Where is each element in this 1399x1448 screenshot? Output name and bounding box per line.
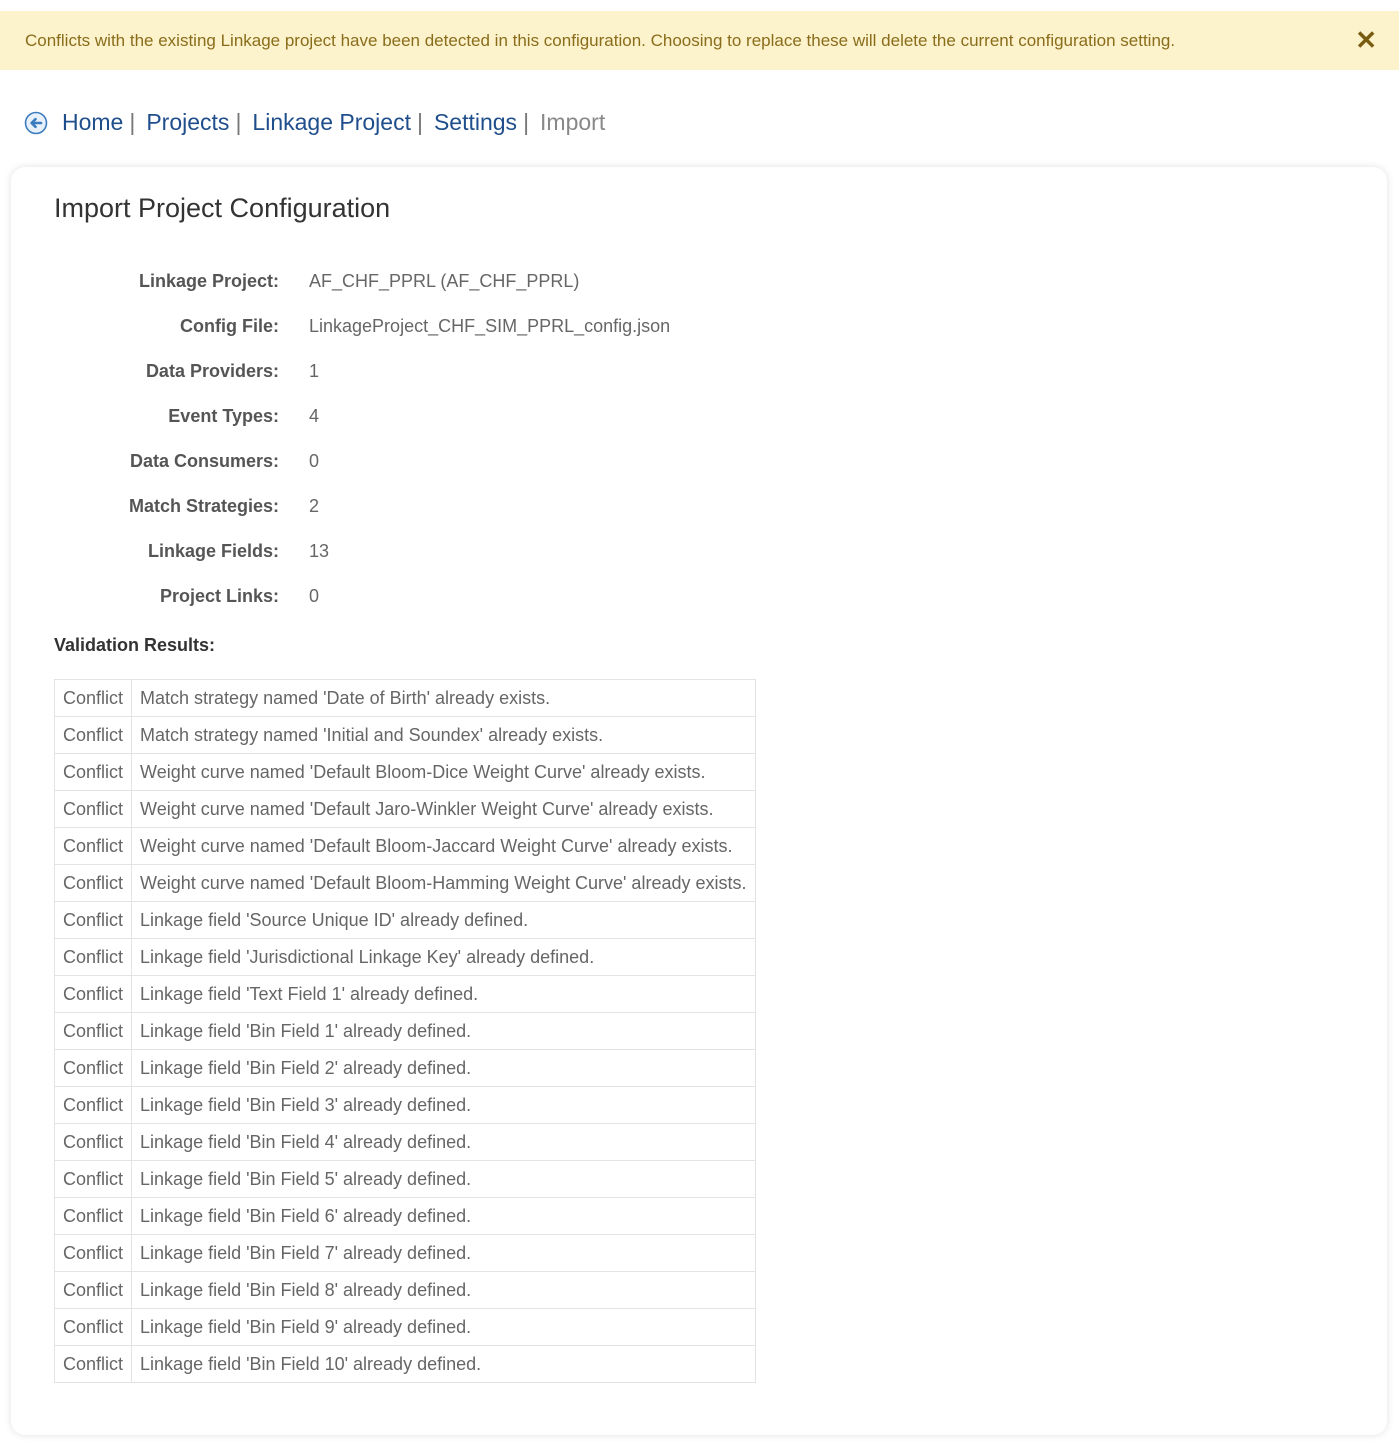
result-status: Conflict: [53, 1086, 133, 1124]
result-message: Weight curve named 'Default Bloom-Hammin…: [131, 864, 756, 902]
info-value: AF_CHF_PPRL (AF_CHF_PPRL): [309, 271, 580, 291]
info-label: Linkage Fields:: [147, 541, 279, 561]
info-row-data-providers: Data Providers: 1: [11, 361, 319, 385]
table-row: Conflict Weight curve named 'Default Bloo…: [53, 753, 756, 791]
result-message: Weight curve named 'Default Jaro-Winkler…: [131, 790, 756, 828]
result-status: Conflict: [53, 790, 133, 828]
table-row: Conflict Linkage field 'Bin Field 8' alre…: [53, 1271, 756, 1309]
table-row: Conflict Linkage field 'Source Unique ID'…: [53, 901, 756, 939]
result-message: Linkage field 'Bin Field 3' already defi…: [131, 1086, 756, 1124]
breadcrumb-current-import: Import: [540, 108, 606, 135]
table-row: Conflict Linkage field 'Text Field 1' alr…: [53, 975, 756, 1013]
info-row-match-strategies: Match Strategies: 2: [11, 496, 319, 520]
result-message: Linkage field 'Bin Field 6' already defi…: [131, 1197, 756, 1235]
result-status: Conflict: [53, 1345, 133, 1383]
info-row-config-file: Config File: LinkageProject_CHF_SIM_PPRL…: [11, 316, 670, 340]
table-row: Conflict Linkage field 'Bin Field 4' alre…: [53, 1123, 756, 1161]
breadcrumb-linkage-project[interactable]: Linkage Project: [252, 109, 411, 136]
info-value: 1: [309, 361, 320, 381]
info-value: 4: [309, 406, 320, 426]
result-message: Linkage field 'Bin Field 1' already defi…: [131, 1012, 756, 1050]
info-row-linkage-fields: Linkage Fields: 13: [11, 541, 329, 565]
result-message: Linkage field 'Bin Field 9' already defi…: [131, 1308, 756, 1346]
breadcrumb-projects[interactable]: Projects: [146, 109, 229, 136]
result-message: Linkage field 'Bin Field 2' already defi…: [131, 1049, 756, 1087]
result-status: Conflict: [53, 679, 133, 717]
result-status: Conflict: [53, 975, 133, 1013]
result-status: Conflict: [53, 1012, 133, 1050]
table-row: Conflict Linkage field 'Bin Field 6' alre…: [53, 1197, 756, 1235]
result-message: Linkage field 'Bin Field 7' already defi…: [131, 1234, 756, 1272]
info-row-data-consumers: Data Consumers: 0: [11, 451, 319, 475]
table-row: Conflict Linkage field 'Bin Field 1' alre…: [53, 1012, 756, 1050]
result-status: Conflict: [53, 938, 133, 976]
close-icon[interactable]: ✕: [1355, 11, 1377, 70]
breadcrumb-home[interactable]: Home: [62, 109, 123, 136]
result-status: Conflict: [53, 1271, 133, 1309]
table-row: Conflict Linkage field 'Bin Field 9' alre…: [53, 1308, 756, 1346]
breadcrumb: Home | Projects | Linkage Project | Sett…: [24, 106, 605, 138]
validation-results-heading: Validation Results:: [54, 635, 216, 655]
table-row: Conflict Linkage field 'Bin Field 3' alre…: [53, 1086, 756, 1124]
breadcrumb-settings[interactable]: Settings: [434, 109, 517, 136]
result-message: Linkage field 'Bin Field 4' already defi…: [131, 1123, 756, 1161]
table-row: Conflict Weight curve named 'Default Jaro…: [53, 790, 756, 828]
info-label: Linkage Project:: [138, 271, 279, 291]
validation-results-table: Conflict Match strategy named 'Date of Bi…: [53, 679, 756, 1383]
breadcrumb-separator: |: [416, 108, 423, 135]
table-row: Conflict Linkage field 'Bin Field 10' alr…: [53, 1345, 756, 1383]
result-message: Weight curve named 'Default Bloom-Jaccar…: [131, 827, 756, 865]
info-value: 0: [309, 586, 320, 606]
result-message: Weight curve named 'Default Bloom-Dice W…: [131, 753, 756, 791]
result-status: Conflict: [53, 716, 133, 754]
result-message: Linkage field 'Bin Field 8' already defi…: [131, 1271, 756, 1309]
result-message: Linkage field 'Bin Field 10' already def…: [131, 1345, 756, 1383]
table-row: Conflict Match strategy named 'Date of Bi…: [53, 679, 756, 717]
result-status: Conflict: [53, 827, 133, 865]
breadcrumb-separator: |: [235, 108, 242, 135]
result-status: Conflict: [53, 864, 133, 902]
conflict-alert: Conflicts with the existing Linkage proj…: [0, 11, 1399, 70]
info-row-project-links: Project Links: 0: [11, 586, 319, 610]
info-label: Data Providers:: [145, 361, 279, 381]
table-row: Conflict Linkage field 'Bin Field 2' alre…: [53, 1049, 756, 1087]
table-row: Conflict Linkage field 'Jurisdictional Li…: [53, 938, 756, 976]
info-row-event-types: Event Types: 4: [11, 406, 319, 430]
back-arrow-circle-icon[interactable]: [24, 111, 48, 135]
result-status: Conflict: [53, 901, 133, 939]
result-message: Linkage field 'Text Field 1' already def…: [131, 975, 756, 1013]
table-row: Conflict Linkage field 'Bin Field 7' alre…: [53, 1234, 756, 1272]
result-status: Conflict: [53, 1234, 133, 1272]
result-status: Conflict: [53, 1197, 133, 1235]
info-label: Data Consumers:: [129, 451, 279, 471]
result-message: Linkage field 'Jurisdictional Linkage Ke…: [131, 938, 756, 976]
info-label: Config File:: [180, 316, 279, 336]
table-row: Conflict Match strategy named 'Initial an…: [53, 716, 756, 754]
result-message: Linkage field 'Source Unique ID' already…: [131, 901, 756, 939]
table-row: Conflict Weight curve named 'Default Bloo…: [53, 827, 756, 865]
table-row: Conflict Weight curve named 'Default Bloo…: [53, 864, 756, 902]
info-value: 2: [309, 496, 320, 516]
breadcrumb-separator: |: [523, 108, 530, 135]
result-status: Conflict: [53, 753, 133, 791]
table-row: Conflict Linkage field 'Bin Field 5' alre…: [53, 1160, 756, 1198]
info-value: 0: [309, 451, 320, 471]
result-message: Linkage field 'Bin Field 5' already defi…: [131, 1160, 756, 1198]
info-row-linkage-project: Linkage Project: AF_CHF_PPRL (AF_CHF_PPR…: [11, 271, 579, 295]
result-message: Match strategy named 'Initial and Sounde…: [131, 716, 756, 754]
result-status: Conflict: [53, 1123, 133, 1161]
info-label: Match Strategies:: [128, 496, 279, 516]
info-label: Event Types:: [168, 406, 279, 426]
result-message: Match strategy named 'Date of Birth' alr…: [131, 679, 756, 717]
breadcrumb-separator: |: [129, 108, 136, 135]
result-status: Conflict: [53, 1160, 133, 1198]
alert-message: Conflicts with the existing Linkage proj…: [25, 31, 1176, 50]
import-configuration-panel: Import Project Configuration Linkage Pro…: [11, 167, 1387, 1435]
result-status: Conflict: [53, 1049, 133, 1087]
info-label: Project Links:: [159, 586, 279, 606]
info-value: 13: [309, 541, 330, 561]
page-title: Import Project Configuration: [54, 193, 391, 223]
result-status: Conflict: [53, 1308, 133, 1346]
info-value: LinkageProject_CHF_SIM_PPRL_config.json: [309, 316, 671, 336]
